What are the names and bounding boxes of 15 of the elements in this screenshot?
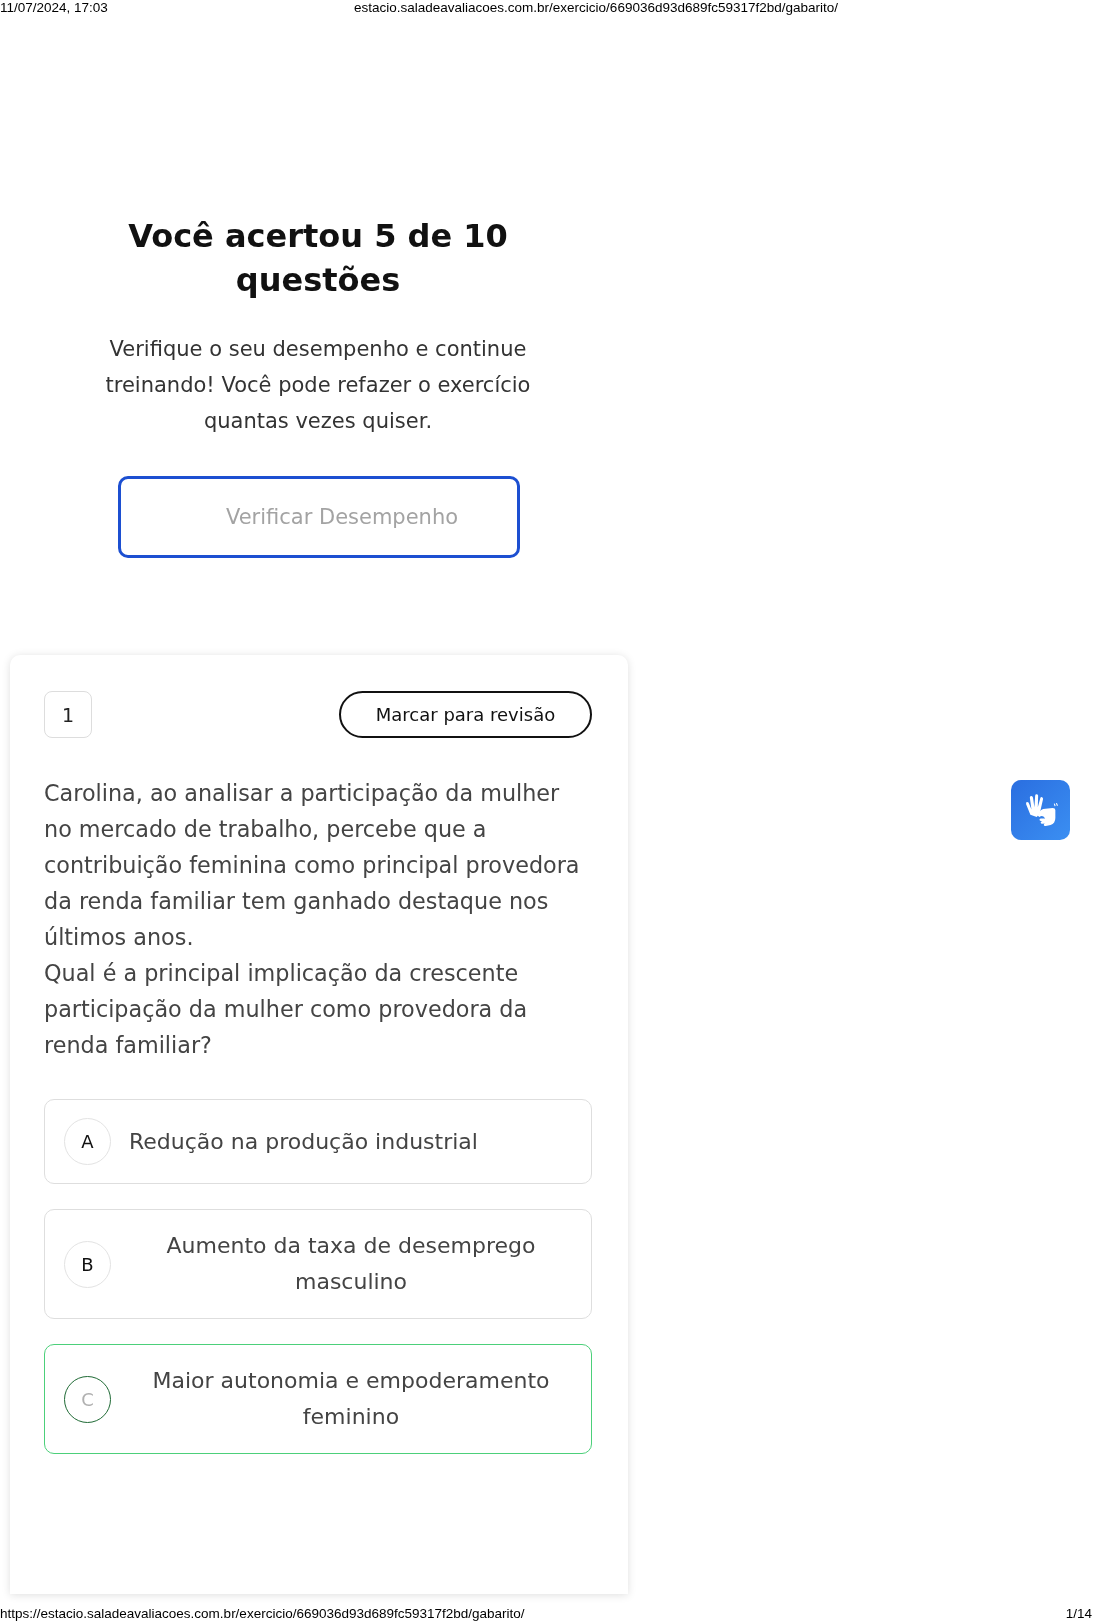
question-text: Carolina, ao analisar a participação da mulher no mercado de trabalho, percebe que a contribuição feminina como principal provedora da renda familiar tem ganhado destaque nos últimos anos. (44, 779, 581, 952)
sign-language-button[interactable] (1011, 780, 1070, 840)
question-number: 1 (44, 691, 92, 738)
page-url: https://estacio.saladeavaliacoes.com.br/exercicio/669036d93d689fc59317f2bd/gabarito/ (0, 1605, 525, 1621)
page-url: estacio.saladeavaliacoes.com.br/exercicio/669036d93d689fc59317f2bd/gabarito/ (354, 0, 840, 16)
page-number: 1/14 (1065, 1605, 1092, 1621)
answer-option[interactable]: B Aumento da taxa de desemprego masculino (44, 1209, 592, 1319)
print-date: 11/07/2024, 17:03 (0, 0, 109, 16)
answer-option[interactable]: A Redução na produção industrial (44, 1099, 592, 1184)
answer-option[interactable]: C Maior autonomia e empoderamento feminino (44, 1344, 592, 1454)
result-title: Você acertou 5 de 10 questões (127, 216, 509, 301)
result-message: Verifique o seu desempenho e continue treinando! Você pode refazer o exercício quantas vezes quiser. (104, 336, 532, 435)
mark-for-review-button[interactable]: Marcar para revisão (339, 691, 592, 738)
question-text: Qual é a principal implicação da crescente participação da mulher como provedora da renda familiar? (44, 959, 529, 1060)
hands-icon (1023, 793, 1058, 827)
